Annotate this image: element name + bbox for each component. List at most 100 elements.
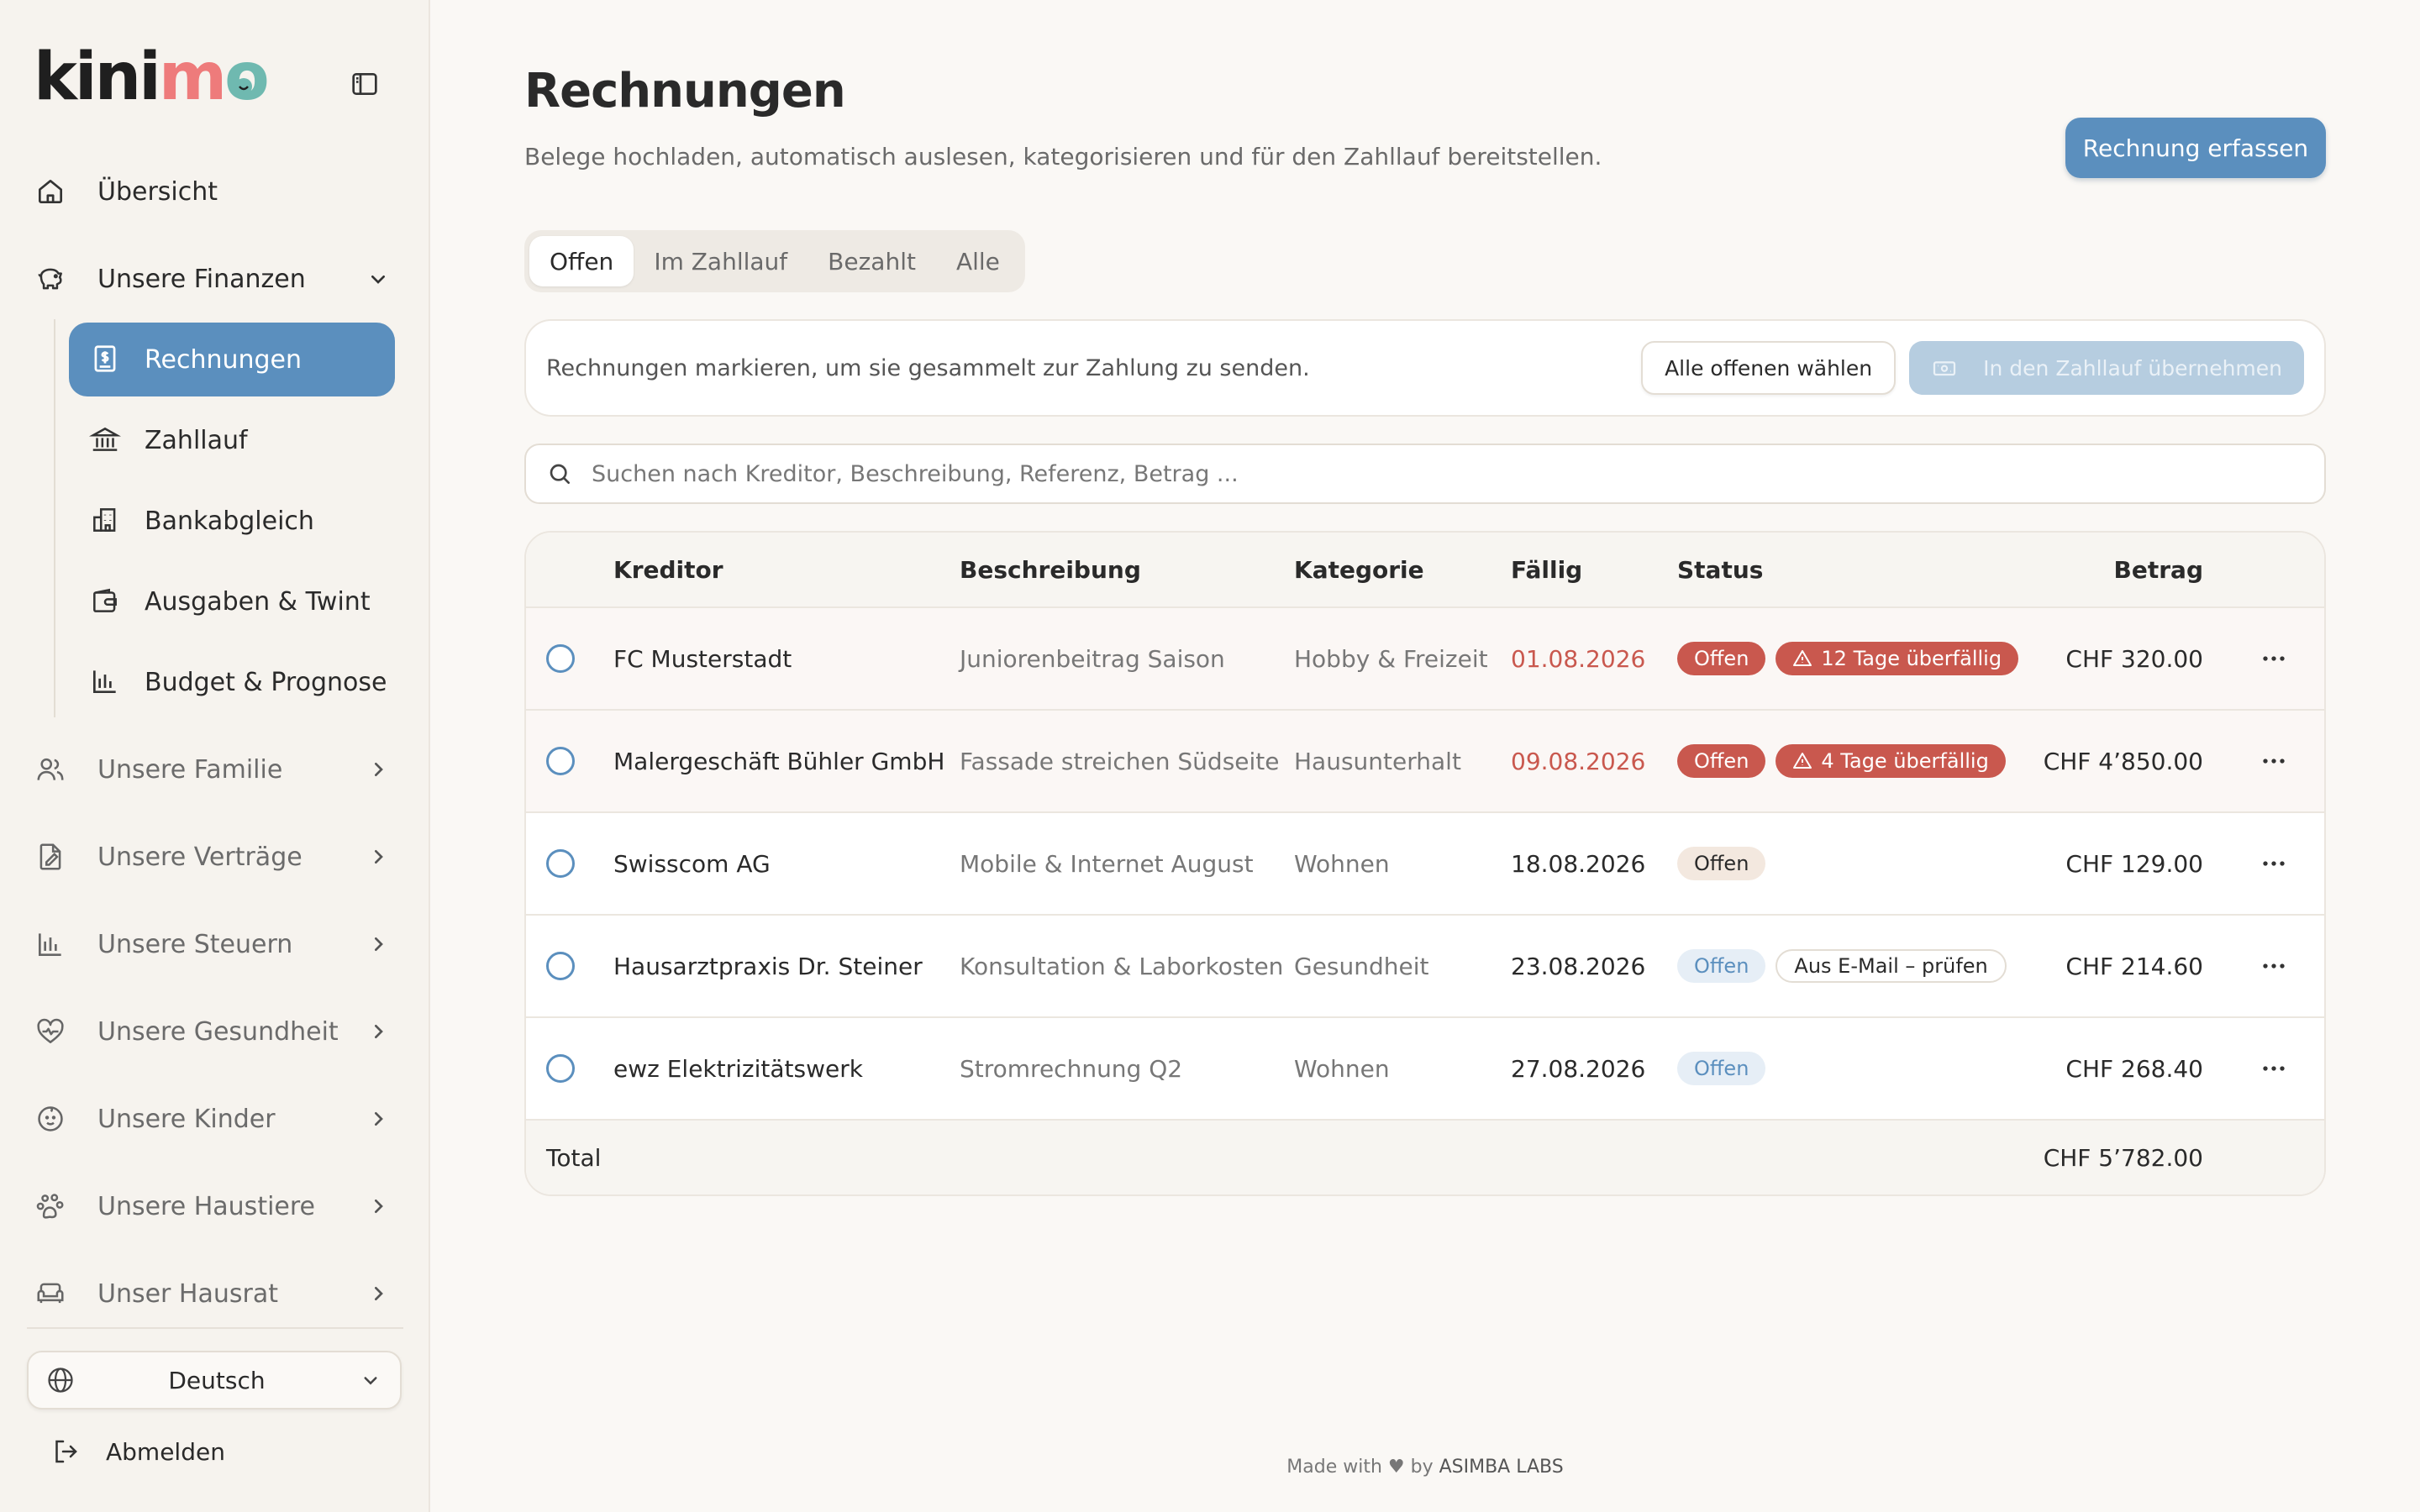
cell-status: Offen 12 Tage überfällig [1677,608,2028,709]
cell-kreditor: Malergeschäft Bühler GmbH [613,747,945,775]
sidebar-divider [27,1327,403,1329]
tab-bezahlt[interactable]: Bezahlt [808,236,936,286]
column-header-betrag[interactable]: Betrag [2114,533,2203,608]
cell-kreditor: Hausarztpraxis Dr. Steiner [613,952,923,980]
chart-bars-icon [34,927,67,961]
sidebar-item-label: Zahllauf [145,425,248,455]
status-badge: Offen [1677,642,1766,675]
language-select[interactable]: Deutsch [27,1351,402,1410]
chevron-right-icon[interactable] [365,1018,392,1045]
create-invoice-button[interactable]: Rechnung erfassen [2065,118,2326,178]
sidebar-item-haustiere[interactable]: Unsere Haustiere [34,1169,395,1243]
sidebar-item-overview[interactable]: Übersicht [34,155,395,228]
more-horizontal-icon [2263,963,2285,969]
chevron-right-icon[interactable] [365,1280,392,1307]
cell-kategorie: Wohnen [1294,1054,1390,1083]
invoice-icon [89,343,123,376]
sidebar-item-zahllauf[interactable]: Zahllauf [69,403,395,477]
overdue-label: 12 Tage überfällig [1821,647,2002,670]
row-menu-button[interactable] [2257,813,2291,914]
tab-alle[interactable]: Alle [936,236,1020,286]
sidebar-item-label: Unsere Verträge [97,842,302,872]
row-menu-button[interactable] [2257,1018,2291,1119]
cell-status: Offen [1677,813,1776,914]
sidebar-item-kinder[interactable]: Unsere Kinder [34,1082,395,1156]
sidebar-item-label: Unsere Finanzen [97,264,306,294]
warning-icon [1793,650,1812,666]
sidebar-item-ausgaben[interactable]: Ausgaben & Twint [69,564,395,638]
chevron-right-icon[interactable] [365,1105,392,1132]
sidebar-item-gesundheit[interactable]: Unsere Gesundheit [34,995,395,1068]
chevron-down-icon[interactable] [365,265,392,292]
row-menu-button[interactable] [2257,711,2291,811]
status-badge: Offen [1677,847,1766,880]
globe-icon [45,1365,76,1395]
table-row[interactable]: Swisscom AG Mobile & Internet August Woh… [526,813,2324,916]
total-label: Total [546,1144,602,1172]
transfer-label: In den Zahllauf übernehmen [1983,355,2282,381]
cell-kreditor: FC Musterstadt [613,644,792,673]
invoice-table: Kreditor Beschreibung Kategorie Fällig S… [524,531,2326,1196]
app-logo[interactable]: kinimo [34,44,270,111]
column-header-kategorie[interactable]: Kategorie [1294,533,1424,608]
sidebar-item-hausrat[interactable]: Unser Hausrat [34,1257,395,1331]
sidebar-item-finances[interactable]: Unsere Finanzen [34,242,395,316]
table-row[interactable]: FC Musterstadt Juniorenbeitrag Saison Ho… [526,608,2324,711]
select-all-open-button[interactable]: Alle offenen wählen [1641,341,1897,395]
cell-betrag: CHF 320.00 [2065,644,2203,673]
sidebar-item-budget[interactable]: Budget & Prognose [69,645,395,719]
paw-icon [34,1189,67,1223]
email-review-badge: Aus E-Mail – prüfen [1776,949,2007,983]
sidebar-item-vertraege[interactable]: Unsere Verträge [34,820,395,894]
sidebar-item-rechnungen[interactable]: Rechnungen [69,323,395,396]
cell-beschreibung: Juniorenbeitrag Saison [960,644,1225,673]
row-checkbox[interactable] [546,644,575,673]
search-icon [546,460,573,487]
sidebar-item-steuern[interactable]: Unsere Steuern [34,907,395,981]
table-row[interactable]: ewz Elektrizitätswerk Stromrechnung Q2 W… [526,1018,2324,1121]
sidebar-item-familie[interactable]: Unsere Familie [34,732,395,806]
heart-pulse-icon [34,1015,67,1048]
transfer-to-payment-run-button[interactable]: In den Zahllauf übernehmen [1909,341,2304,395]
row-menu-button[interactable] [2257,916,2291,1016]
row-checkbox[interactable] [546,1054,575,1083]
cell-kategorie: Wohnen [1294,849,1390,878]
footer: Made with ♥ by ASIMBA LABS [0,1457,2420,1478]
table-row[interactable]: Hausarztpraxis Dr. Steiner Konsultation … [526,916,2324,1018]
tab-im-zahllauf[interactable]: Im Zahllauf [634,236,808,286]
status-badge: Offen [1677,1052,1766,1085]
footer-brand-link[interactable]: ASIMBA LABS [1439,1457,1564,1478]
row-checkbox[interactable] [546,849,575,878]
more-horizontal-icon [2263,656,2285,661]
sidebar-item-label: Budget & Prognose [145,667,387,697]
sidebar-toggle-icon[interactable] [348,67,381,101]
page-title: Rechnungen [524,64,846,118]
cell-faellig: 18.08.2026 [1511,849,1646,878]
table-total-row: Total CHF 5’782.00 [526,1121,2324,1194]
chevron-right-icon[interactable] [365,843,392,870]
banknote-icon [1931,354,1958,381]
tab-offen[interactable]: Offen [529,236,634,286]
cell-beschreibung: Fassade streichen Südseite [960,747,1280,775]
table-row[interactable]: Malergeschäft Bühler GmbH Fassade streic… [526,711,2324,813]
column-header-status[interactable]: Status [1677,533,1763,608]
table-header: Kreditor Beschreibung Kategorie Fällig S… [526,533,2324,608]
chevron-down-icon [358,1368,383,1393]
chevron-right-icon[interactable] [365,756,392,783]
cell-beschreibung: Stromrechnung Q2 [960,1054,1183,1083]
cell-betrag: CHF 268.40 [2065,1054,2203,1083]
cell-faellig: 27.08.2026 [1511,1054,1646,1083]
column-header-kreditor[interactable]: Kreditor [613,533,723,608]
search-input[interactable] [592,460,2304,487]
cell-status: Offen 4 Tage überfällig [1677,711,2016,811]
row-menu-button[interactable] [2257,608,2291,709]
chevron-right-icon[interactable] [365,1193,392,1220]
contract-icon [34,840,67,874]
chevron-right-icon[interactable] [365,931,392,958]
more-horizontal-icon [2263,759,2285,764]
column-header-beschreibung[interactable]: Beschreibung [960,533,1141,608]
sidebar-item-bankabgleich[interactable]: Bankabgleich [69,484,395,558]
row-checkbox[interactable] [546,747,575,775]
column-header-faellig[interactable]: Fällig [1511,533,1582,608]
row-checkbox[interactable] [546,952,575,980]
